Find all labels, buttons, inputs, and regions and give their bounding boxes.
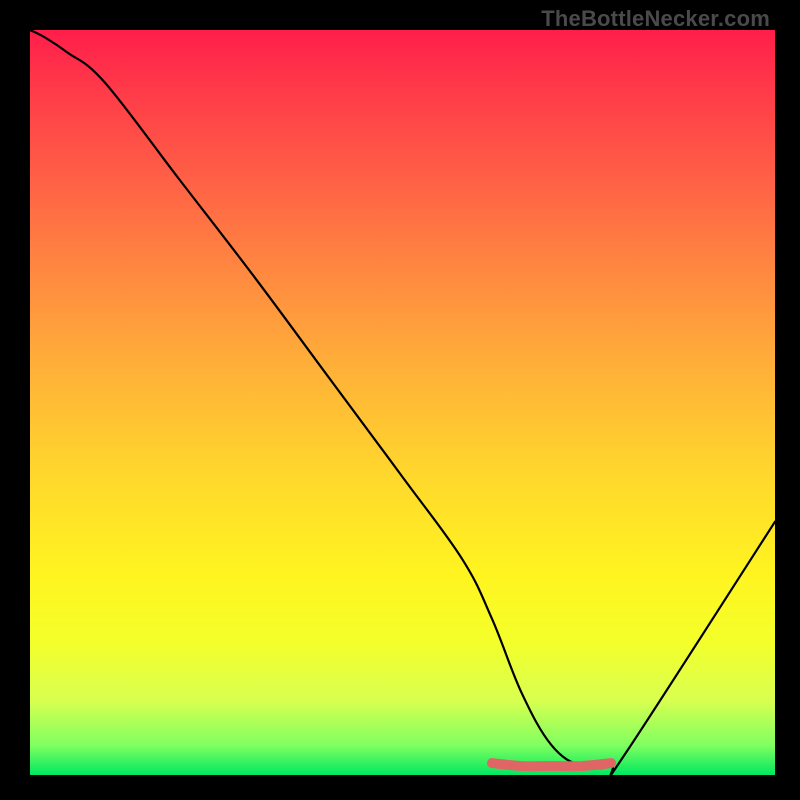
plot-area	[30, 30, 775, 775]
highlight-segment	[492, 763, 611, 766]
watermark-text: TheBottleNecker.com	[541, 6, 770, 32]
bottleneck-curve	[30, 30, 775, 775]
curve-svg	[30, 30, 775, 775]
chart-container: TheBottleNecker.com	[0, 0, 800, 800]
